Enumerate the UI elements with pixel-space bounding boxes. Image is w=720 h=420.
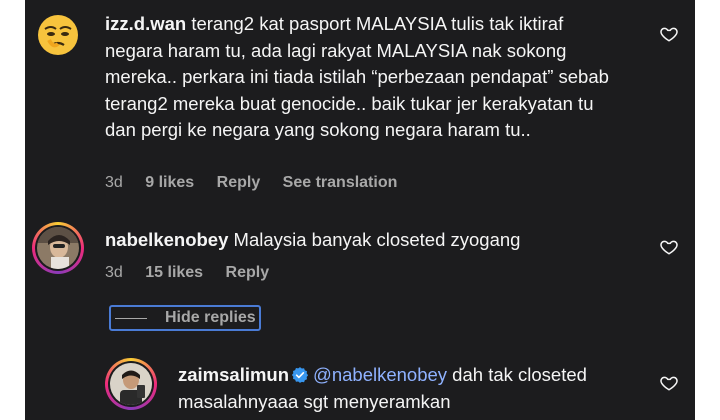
heart-icon[interactable]	[660, 374, 678, 392]
mention-link[interactable]: @nabelkenobey	[313, 364, 447, 385]
hide-replies-label: Hide replies	[165, 309, 256, 326]
comment-username[interactable]: izz.d.wan	[105, 13, 186, 34]
see-translation-button[interactable]: See translation	[283, 174, 398, 191]
avatar[interactable]	[32, 222, 84, 274]
reply-text: zaimsalimun @nabelkenobey dah tak closet…	[178, 362, 628, 415]
comments-panel: izz.d.wan terang2 kat pasport MALAYSIA t…	[25, 0, 695, 420]
comment-username[interactable]: nabelkenobey	[105, 229, 228, 250]
comment-likes[interactable]: 15 likes	[145, 264, 203, 281]
comment-meta: 3d 9 likes Reply See translation	[105, 174, 415, 192]
comment-text: nabelkenobey Malaysia banyak closeted zy…	[105, 227, 615, 254]
comment-time: 3d	[105, 174, 123, 191]
heart-icon[interactable]	[660, 25, 678, 43]
comment-meta: 3d 15 likes Reply	[105, 264, 287, 282]
avatar[interactable]	[105, 358, 157, 410]
comment-likes[interactable]: 9 likes	[145, 174, 194, 191]
reply-button[interactable]: Reply	[217, 174, 261, 191]
verified-badge-icon	[291, 367, 309, 383]
heart-icon[interactable]	[660, 238, 678, 256]
comment-body: Malaysia banyak closeted zyogang	[233, 229, 521, 250]
comment-time: 3d	[105, 264, 123, 281]
divider-line	[115, 318, 147, 319]
reply-button[interactable]: Reply	[226, 264, 270, 281]
reply-username[interactable]: zaimsalimun	[178, 364, 289, 385]
hide-replies-button[interactable]: Hide replies	[109, 305, 261, 331]
comment-text: izz.d.wan terang2 kat pasport MALAYSIA t…	[105, 11, 615, 144]
avatar[interactable]	[37, 14, 79, 56]
